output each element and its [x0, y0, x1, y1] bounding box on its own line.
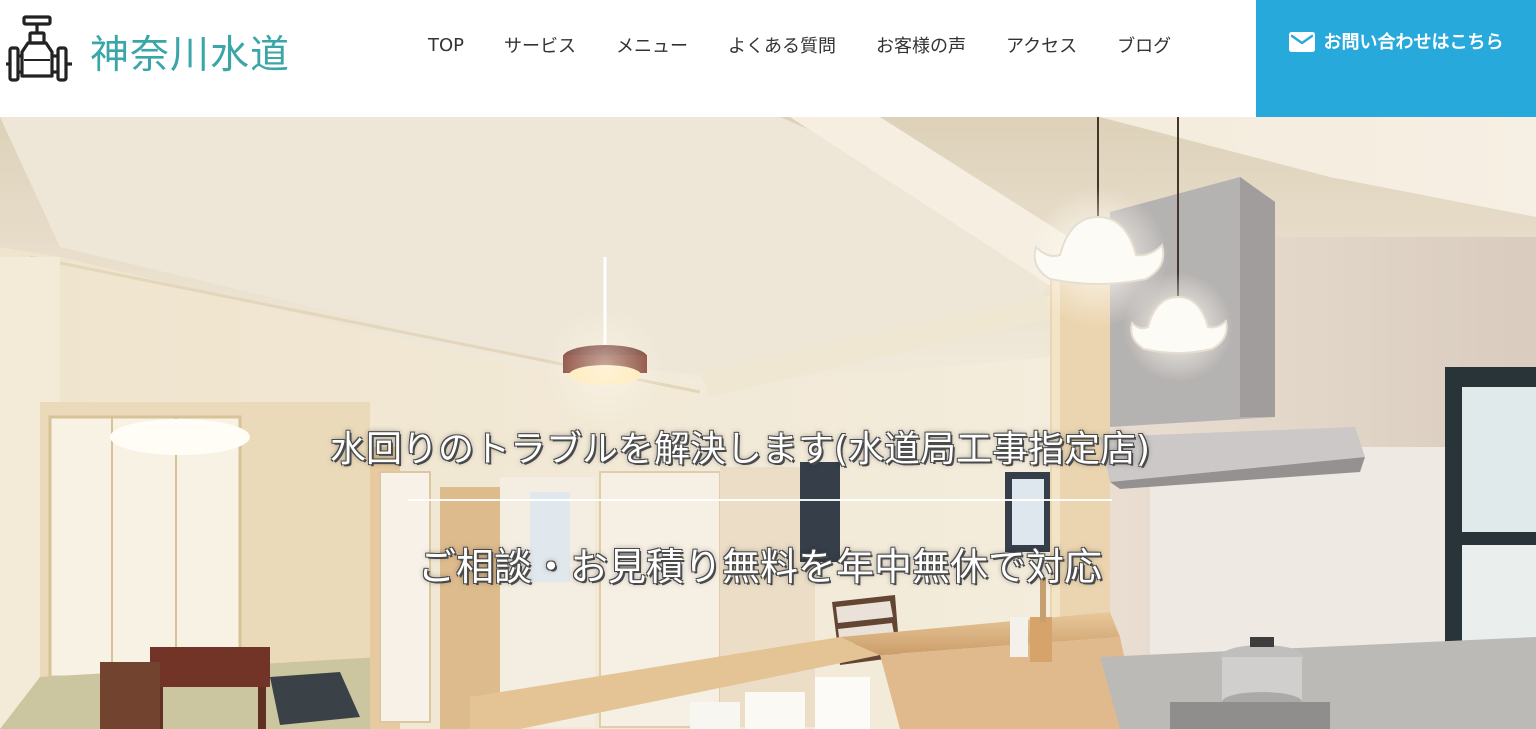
- nav-item-top[interactable]: TOP: [408, 35, 484, 56]
- water-valve-icon: [6, 15, 72, 82]
- contact-button[interactable]: お問い合わせはこちら: [1256, 0, 1536, 117]
- site-logo[interactable]: 神奈川水道: [6, 14, 290, 90]
- mail-icon: [1288, 32, 1315, 52]
- hero-section: 水回りのトラブルを解決します(水道局工事指定店) ご相談・お見積り無料を年中無休…: [0, 117, 1536, 729]
- nav-item-blog[interactable]: ブログ: [1097, 32, 1191, 58]
- site-name: 神奈川水道: [90, 33, 291, 78]
- hero-title: 水回りのトラブルを解決します(水道局工事指定店): [329, 429, 1151, 470]
- nav-item-service[interactable]: サービス: [484, 32, 596, 58]
- contact-button-label: お問い合わせはこちら: [1323, 32, 1504, 53]
- hero-divider: [408, 499, 1112, 501]
- nav-item-voice[interactable]: お客様の声: [856, 32, 986, 58]
- site-header: 神奈川水道 TOP サービス メニュー よくある質問 お客様の声 アクセス ブロ…: [0, 0, 1536, 117]
- nav-item-access[interactable]: アクセス: [986, 32, 1097, 58]
- nav-item-menu[interactable]: メニュー: [596, 32, 708, 58]
- nav-item-faq[interactable]: よくある質問: [708, 32, 856, 58]
- global-nav: TOP サービス メニュー よくある質問 お客様の声 アクセス ブログ: [408, 30, 1191, 60]
- hero-subtitle: ご相談・お見積り無料を年中無休で対応: [417, 545, 1102, 589]
